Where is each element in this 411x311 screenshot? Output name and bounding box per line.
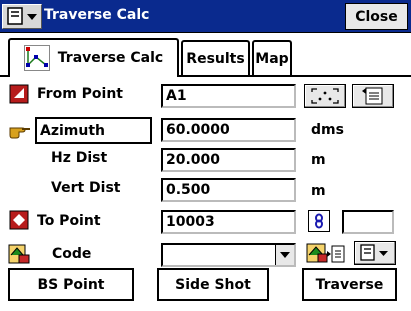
code-menu-button[interactable]: [354, 241, 396, 265]
menu-icon: [360, 244, 388, 261]
to-point-input[interactable]: 10003: [161, 210, 296, 234]
list-icon: [362, 87, 383, 105]
code-dropdown[interactable]: [161, 243, 296, 267]
traverse-button[interactable]: Traverse: [302, 268, 397, 301]
azimuth-button[interactable]: Azimuth: [35, 117, 152, 144]
app-menu-button[interactable]: [2, 4, 42, 29]
from-point-input[interactable]: A1: [161, 84, 296, 108]
tab-label: Traverse Calc: [57, 49, 164, 66]
pointing-hand-icon: [8, 122, 32, 140]
target-point-icon: [9, 210, 29, 230]
vert-dist-unit: m: [311, 183, 326, 199]
vert-dist-input[interactable]: 0.500: [161, 178, 296, 202]
link-button[interactable]: [308, 210, 330, 232]
tab-label: Results: [186, 50, 245, 67]
chevron-down-icon[interactable]: [275, 245, 294, 265]
tab-traverse-calc[interactable]: Traverse Calc: [8, 38, 179, 75]
traverse-icon: [23, 44, 50, 71]
point-list-button[interactable]: [352, 84, 394, 108]
chain-link-icon: [315, 213, 323, 229]
azimuth-unit: dms: [311, 122, 344, 138]
window-title: Traverse Calc: [44, 7, 150, 23]
menu-icon: [7, 7, 37, 25]
hz-dist-input[interactable]: 20.000: [161, 148, 296, 172]
to-point-label: To Point: [37, 213, 101, 229]
azimuth-input[interactable]: 60.0000: [161, 118, 296, 142]
code-attributes-icon: [306, 243, 345, 263]
code-icon: [8, 243, 30, 265]
select-point-button[interactable]: [304, 84, 346, 108]
code-label: Code: [52, 246, 92, 262]
bs-point-button[interactable]: BS Point: [8, 268, 134, 301]
active-tab-gap: [10, 75, 177, 77]
hz-dist-label: Hz Dist: [51, 150, 108, 166]
tab-map[interactable]: Map: [252, 40, 292, 75]
to-point-extra-input[interactable]: [342, 210, 394, 234]
close-button[interactable]: Close: [345, 3, 408, 30]
point-grid-icon: [311, 88, 339, 104]
tab-label: Map: [255, 50, 289, 67]
side-shot-button[interactable]: Side Shot: [157, 268, 269, 301]
azimuth-label: Azimuth: [40, 122, 105, 139]
hz-dist-unit: m: [311, 152, 326, 168]
tab-results[interactable]: Results: [181, 40, 250, 75]
code-attributes-button[interactable]: [306, 241, 348, 265]
from-point-label: From Point: [37, 86, 123, 102]
vert-dist-label: Vert Dist: [51, 180, 121, 196]
point-icon: [9, 84, 29, 104]
